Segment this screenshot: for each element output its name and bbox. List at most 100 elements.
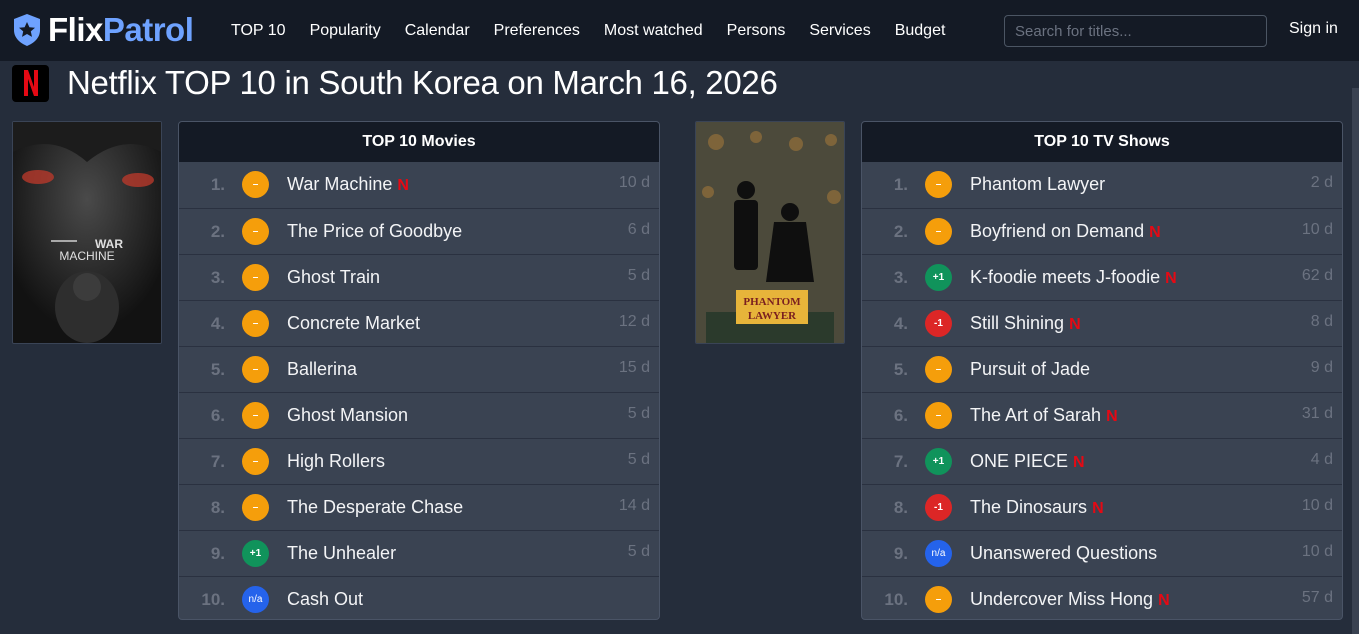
netflix-original-icon: N [397,177,409,194]
days-in-top10: 5 d [627,405,650,422]
title-link[interactable]: Unanswered Questions [970,531,1157,576]
rank-change-badge: +1 [925,264,952,291]
title-link[interactable]: High Rollers [287,439,385,484]
days-in-top10: 10 d [1301,497,1333,514]
list-item[interactable]: 4. – Concrete Market 12 d [179,300,659,346]
nav-budget[interactable]: Budget [895,22,946,40]
title-link[interactable]: The Desperate Chase [287,485,463,530]
main-nav: TOP 10 Popularity Calendar Preferences M… [231,0,969,61]
nav-popularity[interactable]: Popularity [310,22,381,40]
title-text: K-foodie meets J-foodie [970,267,1161,287]
title-text: The Dinosaurs [970,497,1088,517]
page-title: Netflix TOP 10 in South Korea on March 1… [67,64,778,101]
netflix-logo-icon [12,64,49,102]
days-in-top10: 5 d [627,543,650,560]
list-item[interactable]: 3. – Ghost Train 5 d [179,254,659,300]
netflix-original-icon: N [1149,224,1161,241]
rank-change-badge: – [925,586,952,613]
rank-number: 5. [210,360,225,379]
title-text: Boyfriend on Demand [970,221,1145,241]
nav-most-watched[interactable]: Most watched [604,22,703,40]
rank-change-badge: – [925,218,952,245]
top-navbar: FlixPatrol TOP 10 Popularity Calendar Pr… [0,0,1359,61]
list-item[interactable]: 8. – The Desperate Chase 14 d [179,484,659,530]
nav-preferences[interactable]: Preferences [494,22,580,40]
list-item[interactable]: 9. +1 The Unhealer 5 d [179,530,659,576]
netflix-original-icon: N [1165,270,1177,287]
list-item[interactable]: 2. – The Price of Goodbye 6 d [179,208,659,254]
title-text: Ballerina [287,359,358,379]
list-item[interactable]: 7. +1 ONE PIECE N 4 d [862,438,1342,484]
nav-persons[interactable]: Persons [727,22,786,40]
list-item[interactable]: 2. – Boyfriend on Demand N 10 d [862,208,1342,254]
search-input[interactable] [1004,15,1267,47]
title-text: Undercover Miss Hong [970,589,1154,609]
list-item[interactable]: 10. n/a Cash Out [179,576,659,619]
list-item[interactable]: 4. -1 Still Shining N 8 d [862,300,1342,346]
title-link[interactable]: Ghost Mansion [287,393,408,438]
rank-number: 7. [210,452,225,471]
movie-poster[interactable]: WAR MACHINE [12,121,162,344]
netflix-original-icon: N [1073,454,1085,471]
title-link[interactable]: Phantom Lawyer [970,162,1105,207]
list-item[interactable]: 7. – High Rollers 5 d [179,438,659,484]
nav-services[interactable]: Services [809,22,870,40]
list-item[interactable]: 5. – Pursuit of Jade 9 d [862,346,1342,392]
days-in-top10: 12 d [618,313,650,330]
title-link[interactable]: The Art of Sarah N [970,393,1118,439]
rank-number: 2. [210,222,225,241]
nav-top10[interactable]: TOP 10 [231,22,286,40]
title-link[interactable]: The Price of Goodbye [287,209,462,254]
list-item[interactable]: 8. -1 The Dinosaurs N 10 d [862,484,1342,530]
netflix-original-icon: N [1092,500,1104,517]
days-in-top10: 6 d [627,221,650,238]
nav-calendar[interactable]: Calendar [405,22,470,40]
title-link[interactable]: Still Shining N [970,301,1081,347]
scrollbar[interactable] [1352,88,1359,634]
days-in-top10: 15 d [618,359,650,376]
title-link[interactable]: Cash Out [287,577,364,619]
rank-change-badge: – [242,494,269,521]
poster-title-line1: PHANTOM [743,296,801,308]
title-text: Concrete Market [287,313,421,333]
title-link[interactable]: Undercover Miss Hong N [970,577,1170,619]
list-item[interactable]: 5. – Ballerina 15 d [179,346,659,392]
rank-number: 2. [893,222,908,241]
title-text: Cash Out [287,589,364,609]
title-link[interactable]: ONE PIECE N [970,439,1085,485]
rank-change-badge: -1 [925,494,952,521]
title-link[interactable]: The Dinosaurs N [970,485,1104,531]
movies-list: 1. – War Machine N 10 d 2. – The Price of Goodb… [179,162,659,619]
title-link[interactable]: Concrete Market [287,301,420,346]
flixpatrol-logo[interactable]: FlixPatrol [12,12,194,48]
days-in-top10: 31 d [1301,405,1333,422]
title-link[interactable]: K-foodie meets J-foodie N [970,255,1177,301]
rank-change-badge: – [925,171,952,198]
rank-change-badge: n/a [925,540,952,567]
list-item[interactable]: 1. – War Machine N 10 d [179,162,659,208]
list-item[interactable]: 6. – The Art of Sarah N 31 d [862,392,1342,438]
list-item[interactable]: 10. – Undercover Miss Hong N 57 d [862,576,1342,619]
rank-change-badge: +1 [925,448,952,475]
logo-wordmark: FlixPatrol [48,12,194,48]
title-text: ONE PIECE [970,451,1069,471]
title-link[interactable]: Boyfriend on Demand N [970,209,1161,255]
days-in-top10: 57 d [1301,589,1333,606]
rank-number: 10. [201,590,225,609]
title-link[interactable]: Pursuit of Jade [970,347,1090,392]
rank-number: 9. [893,544,908,563]
list-item[interactable]: 6. – Ghost Mansion 5 d [179,392,659,438]
title-link[interactable]: The Unhealer [287,531,396,576]
title-link[interactable]: War Machine N [287,162,409,208]
tv-poster[interactable]: PHANTOM LAWYER [695,121,845,344]
title-link[interactable]: Ghost Train [287,255,380,300]
title-text: The Unhealer [287,543,397,563]
movies-top10-panel: TOP 10 Movies 1. – War Machine N 10 d 2. – The … [178,121,660,620]
rank-number: 8. [210,498,225,517]
rank-number: 6. [893,406,908,425]
list-item[interactable]: 1. – Phantom Lawyer 2 d [862,162,1342,208]
sign-in-link[interactable]: Sign in [1289,20,1338,38]
list-item[interactable]: 9. n/a Unanswered Questions 10 d [862,530,1342,576]
list-item[interactable]: 3. +1 K-foodie meets J-foodie N 62 d [862,254,1342,300]
title-link[interactable]: Ballerina [287,347,357,392]
